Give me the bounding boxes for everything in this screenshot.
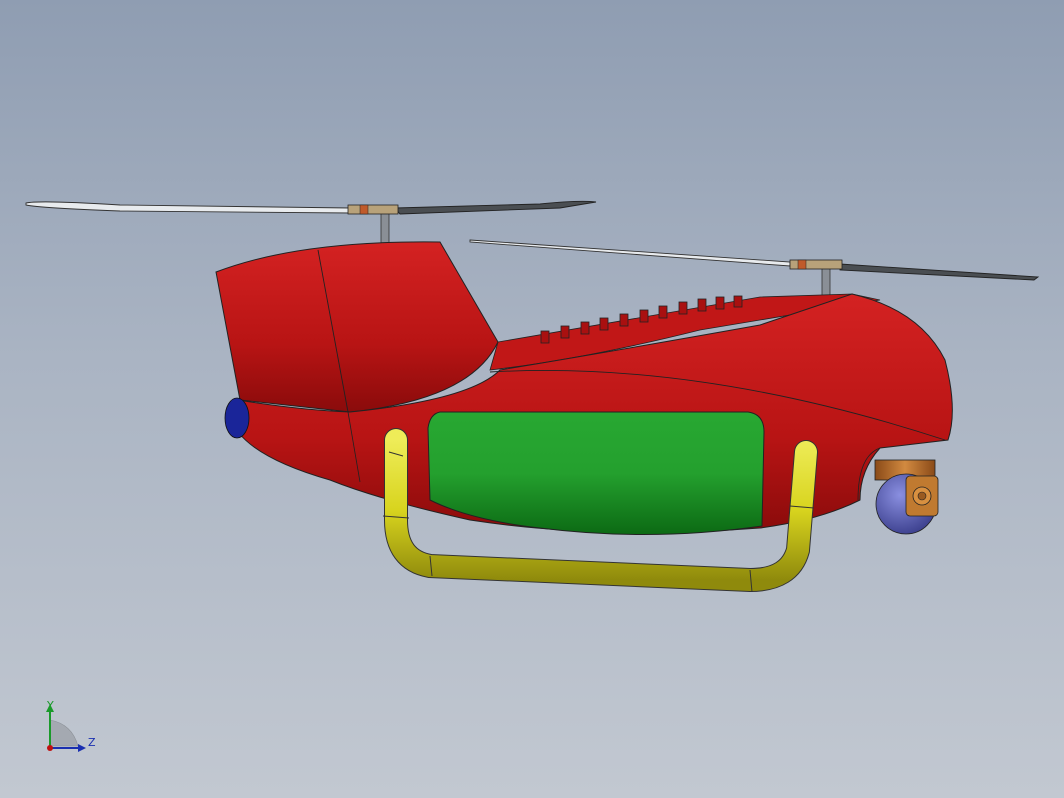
rear-rotor-mast <box>380 211 390 247</box>
rear-rotor[interactable] <box>25 200 597 247</box>
triad-origin <box>47 745 53 751</box>
rear-rotor-blade-right <box>394 200 597 215</box>
front-rotor-blade-right <box>839 263 1040 281</box>
side-panel[interactable] <box>427 411 765 536</box>
triad-plane <box>49 719 79 747</box>
front-rotor[interactable] <box>469 239 1040 299</box>
model-scene[interactable] <box>0 0 1064 798</box>
triad-y-label: Y <box>46 699 54 712</box>
front-rotor-mast <box>821 267 831 299</box>
tail-pylon[interactable] <box>215 241 499 413</box>
camera-gimbal[interactable] <box>874 459 939 535</box>
rear-rotor-blade-left <box>25 201 351 214</box>
rear-rotor-hub <box>347 204 399 215</box>
front-rotor-blade-left <box>469 239 791 267</box>
nose-cap <box>224 397 250 439</box>
triad-z-label: Z <box>88 736 96 749</box>
orientation-triad[interactable]: Y Z <box>36 698 106 758</box>
graphics-viewport[interactable]: Y Z <box>0 0 1064 798</box>
